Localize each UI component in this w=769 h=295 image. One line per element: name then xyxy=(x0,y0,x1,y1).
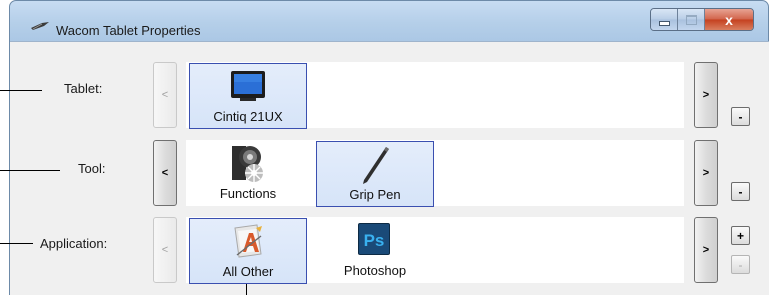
tablet-scroll-right-button[interactable]: > xyxy=(694,62,718,128)
application-row-label: Application: xyxy=(40,236,108,251)
minimize-button[interactable] xyxy=(651,9,678,30)
application-item-leader-line xyxy=(246,283,247,295)
remove-tool-button[interactable]: - xyxy=(731,182,750,201)
minus-icon: - xyxy=(738,257,743,272)
remove-tablet-button[interactable]: - xyxy=(731,107,750,126)
functions-icon xyxy=(232,146,263,182)
application-item-all-other[interactable]: All Other xyxy=(189,218,307,284)
pen-icon xyxy=(363,147,389,184)
chevron-left-icon: < xyxy=(161,244,169,256)
application-scroll-left-button[interactable]: < xyxy=(153,217,177,283)
maximize-button[interactable] xyxy=(678,9,705,30)
remove-application-button[interactable]: - xyxy=(731,255,750,274)
tool-scroll-right-button[interactable]: > xyxy=(694,140,718,206)
chevron-right-icon: > xyxy=(702,167,710,179)
chevron-right-icon: > xyxy=(702,89,710,101)
plus-icon: + xyxy=(736,228,744,243)
photoshop-icon-text: Ps xyxy=(364,231,385,250)
close-icon: x xyxy=(725,11,733,28)
tool-scroll-left-button[interactable]: < xyxy=(153,140,177,206)
tablet-item-label: Cintiq 21UX xyxy=(213,109,283,124)
tablet-list: Cintiq 21UX xyxy=(186,62,684,129)
minus-icon: - xyxy=(738,184,743,199)
title-bar[interactable]: Wacom Tablet Properties x xyxy=(10,1,768,41)
window-controls: x xyxy=(650,8,754,31)
tool-item-functions[interactable]: Functions xyxy=(189,141,307,207)
tool-item-label: Functions xyxy=(219,186,277,201)
application-leader-line xyxy=(0,243,33,244)
application-item-photoshop[interactable]: Ps Photoshop xyxy=(316,218,434,284)
tool-list: Functions Grip Pen xyxy=(186,140,684,207)
chevron-left-icon: < xyxy=(161,89,169,101)
application-item-label: Photoshop xyxy=(343,263,407,278)
tablet-icon xyxy=(231,71,265,101)
window-title: Wacom Tablet Properties xyxy=(56,23,201,38)
all-other-icon xyxy=(234,224,262,258)
pen-tablet-app-icon xyxy=(31,22,49,30)
close-button[interactable]: x xyxy=(705,9,753,30)
application-item-label: All Other xyxy=(222,264,274,279)
tool-row-label: Tool: xyxy=(78,161,106,176)
chevron-right-icon: > xyxy=(702,244,710,256)
tool-leader-line xyxy=(0,170,60,171)
minus-icon: - xyxy=(738,109,743,124)
stage: Wacom Tablet Properties x Tablet: Tool: … xyxy=(0,0,769,295)
tablet-item-cintiq[interactable]: Cintiq 21UX xyxy=(189,63,307,129)
application-scroll-right-button[interactable]: > xyxy=(694,217,718,283)
maximize-icon xyxy=(685,14,697,25)
add-application-button[interactable]: + xyxy=(731,226,750,245)
application-list: All Other Ps Photoshop xyxy=(186,217,684,284)
tablet-scroll-left-button[interactable]: < xyxy=(153,62,177,128)
chevron-left-icon: < xyxy=(161,167,169,179)
photoshop-icon: Ps xyxy=(358,223,390,255)
minimize-icon xyxy=(658,21,670,26)
tablet-row-label: Tablet: xyxy=(64,81,103,96)
tablet-leader-line xyxy=(0,90,42,91)
tool-item-label: Grip Pen xyxy=(349,187,401,202)
tool-item-grip-pen[interactable]: Grip Pen xyxy=(316,141,434,207)
